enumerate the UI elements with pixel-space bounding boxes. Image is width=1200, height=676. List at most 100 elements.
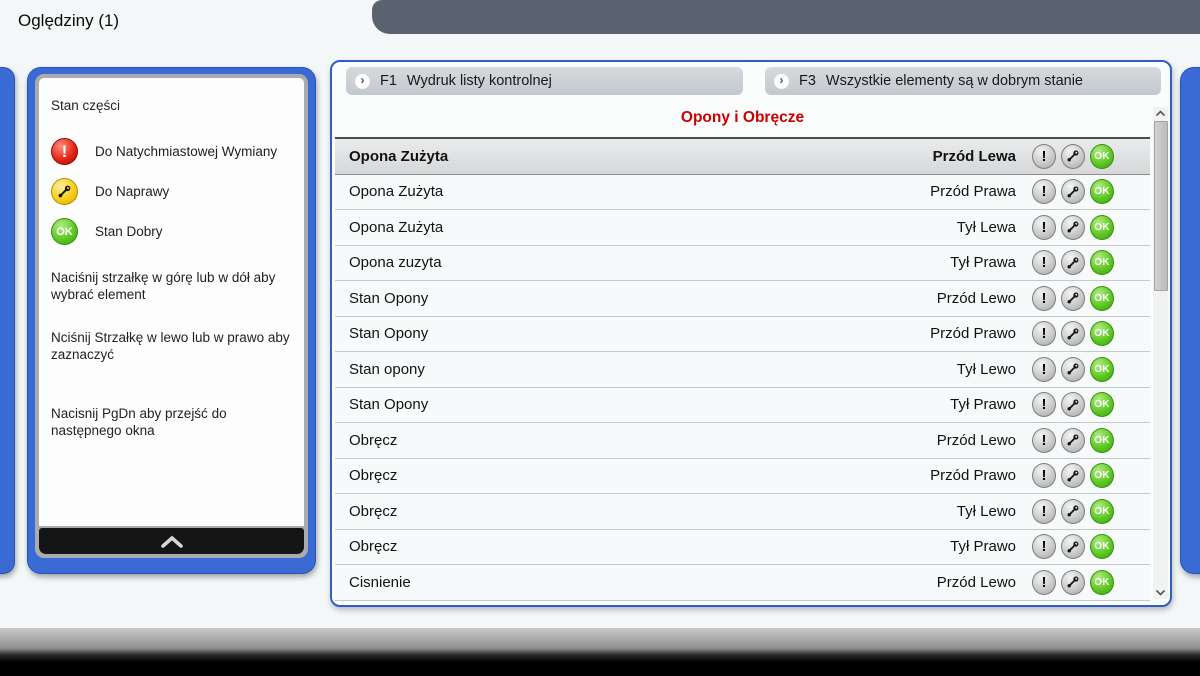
status-buttons: ! OK — [1032, 356, 1114, 382]
f1-button-label: Wydruk listy kontrolnej — [406, 73, 552, 89]
table-row[interactable]: Stan Opony Przód Lewo ! OK — [335, 281, 1150, 317]
wrench-gray-icon[interactable] — [1061, 143, 1085, 169]
chevron-up-icon — [1155, 110, 1166, 117]
legend-card: Stan części ! Do Natychmiastowej Wymiany… — [27, 67, 316, 574]
wrench-gray-icon[interactable] — [1061, 569, 1085, 595]
wrench-gray-icon[interactable] — [1061, 179, 1085, 205]
part-name: Opona Zużyta — [349, 183, 444, 201]
scroll-up-button[interactable] — [1153, 107, 1168, 120]
alert-gray-icon[interactable]: ! — [1032, 534, 1056, 560]
ok-green-icon: OK — [51, 218, 78, 245]
part-name: Obręcz — [349, 467, 398, 485]
legend-label: Stan Dobry — [95, 224, 163, 239]
alert-gray-icon[interactable]: ! — [1032, 392, 1056, 418]
wrench-gray-icon[interactable] — [1061, 392, 1085, 418]
alert-gray-icon[interactable]: ! — [1032, 285, 1056, 311]
part-position: Przód Lewo — [936, 431, 1016, 449]
part-name: Obręcz — [349, 538, 398, 556]
alert-gray-icon[interactable]: ! — [1032, 143, 1056, 169]
tab-strip-background — [372, 0, 1200, 34]
table-row[interactable]: Obręcz Przód Lewo ! OK — [335, 423, 1150, 459]
collapse-panel-button[interactable] — [39, 528, 304, 554]
status-buttons: ! OK — [1032, 498, 1114, 524]
part-position: Tył Lewo — [956, 502, 1016, 520]
wrench-gray-icon[interactable] — [1061, 321, 1085, 347]
scroll-down-button[interactable] — [1153, 586, 1168, 599]
table-row[interactable]: Stan Opony Tył Prawo ! OK — [335, 387, 1150, 423]
alert-gray-icon[interactable]: ! — [1032, 569, 1056, 595]
ok-green-icon[interactable]: OK — [1090, 285, 1114, 311]
f1-print-checklist-button[interactable]: › F1 Wydruk listy kontrolnej — [346, 67, 743, 95]
part-name: Stan Opony — [349, 396, 429, 414]
wrench-gray-icon[interactable] — [1061, 214, 1085, 240]
instruction-select: Naciśnij strzałkę w górę lub w dół aby w… — [51, 270, 276, 303]
status-buttons: ! OK — [1032, 214, 1114, 240]
next-card-edge[interactable] — [1180, 67, 1200, 574]
status-buttons: ! OK — [1032, 143, 1114, 169]
checklist-rows: Opona Zużyta Przód Lewa ! OK Opona Zużyt… — [335, 137, 1150, 605]
table-scrollbar[interactable] — [1153, 107, 1168, 599]
table-row[interactable]: Opona Zużyta Przód Prawa ! OK — [335, 174, 1150, 210]
part-name: Obręcz — [349, 431, 398, 449]
alert-gray-icon[interactable]: ! — [1032, 498, 1056, 524]
f3-key-label: F3 — [799, 73, 816, 89]
inspection-window: Oględziny (1) Stan części ! Do Natychmia… — [0, 0, 1200, 676]
part-position: Tył Lewo — [956, 360, 1016, 378]
alert-gray-icon[interactable]: ! — [1032, 214, 1056, 240]
ok-green-icon[interactable]: OK — [1090, 356, 1114, 382]
alert-gray-icon[interactable]: ! — [1032, 463, 1056, 489]
table-row[interactable]: Stan opony Tył Lewo ! OK — [335, 352, 1150, 388]
part-position: Tył Lewa — [956, 218, 1016, 236]
ok-green-icon[interactable]: OK — [1090, 143, 1114, 169]
ok-green-icon[interactable]: OK — [1090, 498, 1114, 524]
alert-gray-icon[interactable]: ! — [1032, 250, 1056, 276]
ok-green-icon[interactable]: OK — [1090, 214, 1114, 240]
ok-green-icon[interactable]: OK — [1090, 179, 1114, 205]
status-buttons: ! OK — [1032, 250, 1114, 276]
wrench-gray-icon[interactable] — [1061, 534, 1085, 560]
part-name: Opona Zużyta — [349, 147, 449, 165]
previous-card-edge[interactable] — [0, 67, 15, 574]
part-position: Przód Prawo — [930, 467, 1016, 485]
wrench-gray-icon[interactable] — [1061, 356, 1085, 382]
ok-green-icon[interactable]: OK — [1090, 463, 1114, 489]
wrench-gray-icon[interactable] — [1061, 285, 1085, 311]
wrench-gray-icon[interactable] — [1061, 250, 1085, 276]
tab-ogledziny[interactable]: Oględziny (1) — [18, 11, 119, 31]
legend-item-replace: ! Do Natychmiastowej Wymiany — [51, 138, 294, 165]
f1-key-label: F1 — [380, 73, 397, 89]
alert-gray-icon[interactable]: ! — [1032, 321, 1056, 347]
table-row[interactable]: Obręcz Przód Prawo ! OK — [335, 458, 1150, 494]
part-position: Przód Lewa — [932, 147, 1016, 165]
alert-gray-icon[interactable]: ! — [1032, 179, 1056, 205]
part-name: Opona zuzyta — [349, 254, 442, 272]
wrench-gray-icon[interactable] — [1061, 463, 1085, 489]
table-row[interactable]: Cisnienie Przód Lewo ! OK — [335, 565, 1150, 601]
table-row[interactable]: Opona Zużyta Przód Lewa ! OK — [335, 139, 1150, 175]
instruction-mark: Nciśnij Strzałkę w lewo lub w prawo aby … — [51, 329, 290, 362]
table-row[interactable]: Opona zuzyta Tył Prawa ! OK — [335, 245, 1150, 281]
alert-gray-icon[interactable]: ! — [1032, 427, 1056, 453]
ok-green-icon[interactable]: OK — [1090, 534, 1114, 560]
table-row[interactable]: Obręcz Tył Prawo ! OK — [335, 529, 1150, 565]
status-buttons: ! OK — [1032, 285, 1114, 311]
legend-card-screen: Stan części ! Do Natychmiastowej Wymiany… — [39, 78, 304, 526]
table-row[interactable]: Obręcz Tył Lewo ! OK — [335, 494, 1150, 530]
f3-button-label: Wszystkie elementy są w dobrym stanie — [825, 73, 1083, 89]
ok-green-icon[interactable]: OK — [1090, 569, 1114, 595]
ok-green-icon[interactable]: OK — [1090, 321, 1114, 347]
part-name: Cisnienie — [349, 573, 411, 591]
status-buttons: ! OK — [1032, 569, 1114, 595]
ok-green-icon[interactable]: OK — [1090, 392, 1114, 418]
wrench-gray-icon[interactable] — [1061, 498, 1085, 524]
ok-green-icon[interactable]: OK — [1090, 427, 1114, 453]
f3-all-good-button[interactable]: › F3 Wszystkie elementy są w dobrym stan… — [765, 67, 1161, 95]
chevron-right-icon: › — [774, 73, 789, 89]
checklist-panel: › F1 Wydruk listy kontrolnej › F3 Wszyst… — [330, 60, 1172, 607]
alert-gray-icon[interactable]: ! — [1032, 356, 1056, 382]
ok-green-icon[interactable]: OK — [1090, 250, 1114, 276]
table-row[interactable]: Stan Opony Przód Prawo ! OK — [335, 316, 1150, 352]
scrollbar-thumb[interactable] — [1154, 121, 1168, 291]
wrench-gray-icon[interactable] — [1061, 427, 1085, 453]
table-row[interactable]: Opona Zużyta Tył Lewa ! OK — [335, 210, 1150, 246]
